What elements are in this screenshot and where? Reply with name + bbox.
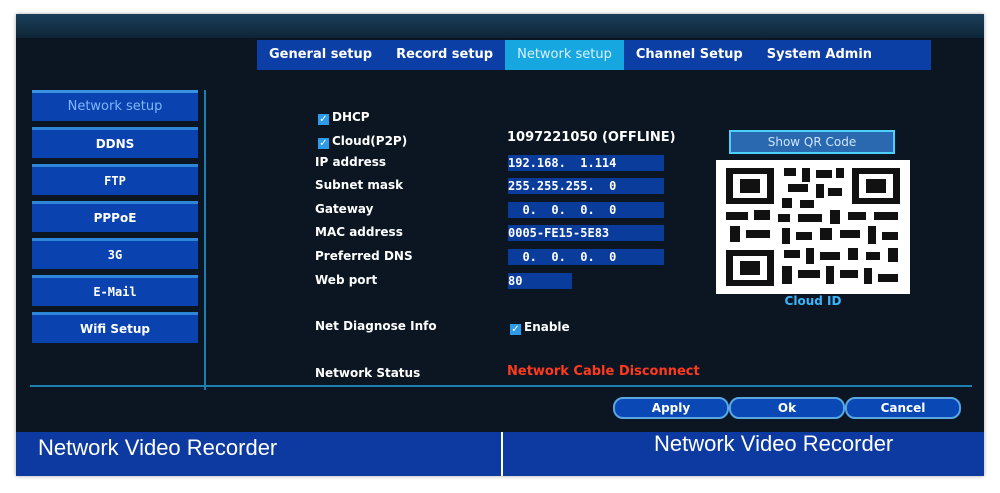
mac-address-label: MAC address <box>315 225 403 239</box>
checkmark-icon: ✓ <box>510 324 521 335</box>
enable-label: Enable <box>524 320 570 334</box>
tab-record-setup[interactable]: Record setup <box>384 40 505 70</box>
dhcp-checkbox[interactable]: ✓ DHCP <box>318 110 370 125</box>
dhcp-label: DHCP <box>332 110 370 124</box>
sidebar-item-wifi-setup[interactable]: Wifi Setup <box>32 312 198 343</box>
preferred-dns-label: Preferred DNS <box>315 249 413 263</box>
tab-channel-setup[interactable]: Channel Setup <box>624 40 755 70</box>
main-tabs: General setup Record setup Network setup… <box>257 40 931 70</box>
tab-network-setup[interactable]: Network setup <box>505 40 624 70</box>
gateway-label: Gateway <box>315 202 374 216</box>
ip-address-label: IP address <box>315 155 387 169</box>
preferred-dns-field[interactable]: 0. 0. 0. 0 <box>508 249 664 265</box>
cloud-id-caption: Cloud ID <box>784 294 842 308</box>
tab-general-setup[interactable]: General setup <box>257 40 384 70</box>
cloud-id-value: 1097221050 (OFFLINE) <box>507 130 676 145</box>
sidebar-item-3g[interactable]: 3G <box>32 238 198 269</box>
sidebar: Network setup DDNS FTP PPPoE 3G E-Mail W… <box>30 90 202 352</box>
cloud-checkbox[interactable]: ✓ Cloud(P2P) <box>318 134 407 149</box>
cloud-label: Cloud(P2P) <box>332 134 408 148</box>
mac-address-field[interactable]: 0005-FE15-5E83 <box>508 225 664 241</box>
top-strip <box>16 14 984 38</box>
enable-checkbox[interactable]: ✓ Enable <box>510 320 570 335</box>
apply-button[interactable]: Apply <box>613 397 729 419</box>
footer-divider <box>30 385 972 387</box>
tab-system-admin[interactable]: System Admin <box>755 40 884 70</box>
subnet-mask-label: Subnet mask <box>315 178 404 192</box>
qr-code-icon <box>716 160 910 294</box>
bottom-title-right: Network Video Recorder <box>654 431 894 456</box>
sidebar-item-email[interactable]: E-Mail <box>32 275 198 306</box>
gateway-field[interactable]: 0. 0. 0. 0 <box>508 202 664 218</box>
checkmark-icon: ✓ <box>318 138 329 149</box>
web-port-field[interactable]: 80 <box>508 273 572 289</box>
sidebar-item-ftp[interactable]: FTP <box>32 164 198 195</box>
checkmark-icon: ✓ <box>318 114 329 125</box>
subnet-mask-field[interactable]: 255.255.255. 0 <box>508 178 664 194</box>
network-status-label: Network Status <box>315 366 421 380</box>
web-port-label: Web port <box>315 273 378 287</box>
cancel-button[interactable]: Cancel <box>845 397 961 419</box>
nvr-screen: General setup Record setup Network setup… <box>16 14 984 476</box>
sidebar-item-pppoe[interactable]: PPPoE <box>32 201 198 232</box>
bottom-separator <box>501 432 503 476</box>
network-status-value: Network Cable Disconnect <box>507 364 700 379</box>
show-qr-code-button[interactable]: Show QR Code <box>729 130 895 154</box>
ok-button[interactable]: Ok <box>729 397 845 419</box>
sidebar-item-ddns[interactable]: DDNS <box>32 127 198 158</box>
sidebar-item-network-setup[interactable]: Network setup <box>32 90 198 121</box>
net-diagnose-label: Net Diagnose Info <box>315 319 437 333</box>
ip-address-field[interactable]: 192.168. 1.114 <box>508 155 664 171</box>
qr-code-image <box>716 160 910 294</box>
sidebar-divider <box>204 90 206 390</box>
bottom-title-left: Network Video Recorder <box>38 435 278 460</box>
